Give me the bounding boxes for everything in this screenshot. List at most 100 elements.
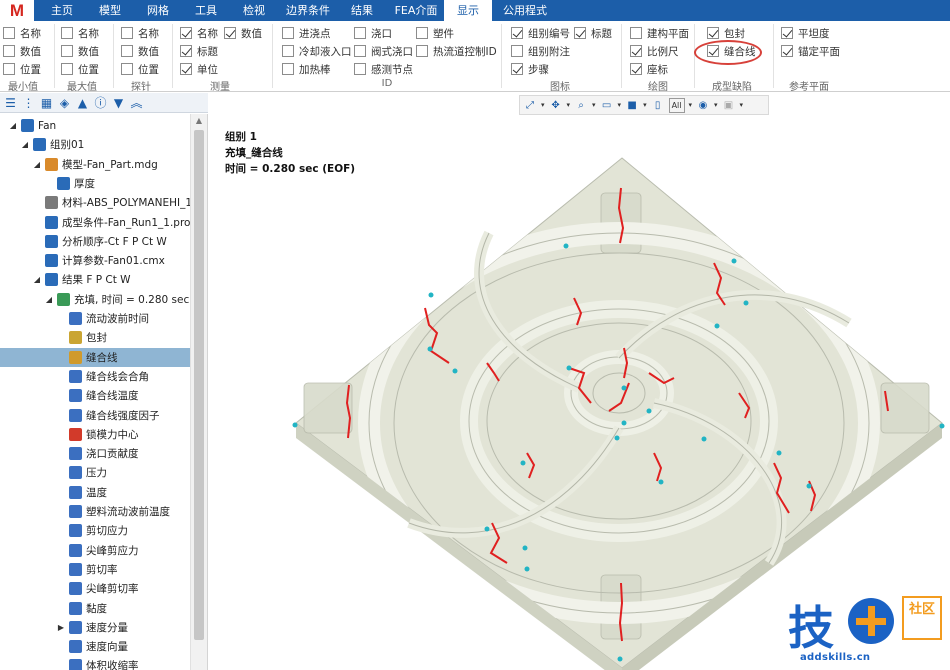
measure-value-checkbox[interactable]: 数值 xyxy=(224,25,262,41)
tree-item[interactable]: 尖峰剪应力 xyxy=(0,541,190,560)
tree-item[interactable]: 流动波前时间 xyxy=(0,309,190,328)
tree-item[interactable]: 黏度 xyxy=(0,599,190,618)
tree-item[interactable]: 浇口贡献度 xyxy=(0,444,190,463)
legend-title-checkbox[interactable]: 标题 xyxy=(574,25,612,41)
app-logo[interactable]: M xyxy=(0,0,34,21)
caret-icon[interactable]: ▾ xyxy=(689,101,693,109)
tree-item[interactable]: 缝合线强度因子 xyxy=(0,406,190,425)
tree-item[interactable]: 压力 xyxy=(0,463,190,482)
legend-group-note-checkbox[interactable]: 组别附注 xyxy=(511,43,570,59)
tree-item[interactable]: 速度向量 xyxy=(0,637,190,656)
min-value-checkbox[interactable]: 数值 xyxy=(3,43,41,59)
tree-item[interactable]: ◢ 充填, 时间 = 0.280 sec (E… xyxy=(0,290,190,309)
pan-icon[interactable]: ✥ xyxy=(549,98,563,113)
id-part-checkbox[interactable]: 塑件 xyxy=(416,25,454,41)
tree-item[interactable]: 材料-ABS_POLYMANEHI_1.… xyxy=(0,193,190,212)
collapse-icon[interactable]: ︽ xyxy=(128,94,145,111)
tree-item[interactable]: 温度 xyxy=(0,483,190,502)
tree-item[interactable]: 锁模力中心 xyxy=(0,425,190,444)
page-icon[interactable]: ▯ xyxy=(651,98,665,113)
id-heater-checkbox[interactable]: 加热棒 xyxy=(282,61,331,77)
eye-icon[interactable]: ◉ xyxy=(696,98,710,113)
caret-icon[interactable]: ▾ xyxy=(618,101,622,109)
tree-item[interactable]: 体积收缩率 xyxy=(0,656,190,670)
menu-tab-display[interactable]: 显示 xyxy=(444,0,492,21)
measure-unit-checkbox[interactable]: 单位 xyxy=(180,61,218,77)
tree-item[interactable]: 缝合线会合角 xyxy=(0,367,190,386)
probe-position-checkbox[interactable]: 位置 xyxy=(121,61,159,77)
tree-item[interactable]: 尖峰剪切率 xyxy=(0,579,190,598)
tree-item[interactable]: ◢ 模型-Fan_Part.mdg xyxy=(0,155,190,174)
model-viewport[interactable]: 组别 1 充填_缝合线 时间 = 0.280 sec (EOF) xyxy=(209,93,950,670)
tree-view-icon[interactable]: ⋮ xyxy=(20,94,37,111)
caret-icon[interactable]: ▾ xyxy=(541,101,545,109)
tree-item[interactable]: 厚度 xyxy=(0,174,190,193)
menu-tab-boundary[interactable]: 边界条件 xyxy=(280,0,336,21)
menu-tab-tools[interactable]: 工具 xyxy=(184,0,228,21)
menu-tab-mesh[interactable]: 网格 xyxy=(136,0,180,21)
ref-flatness-checkbox[interactable]: 平坦度 xyxy=(781,25,830,41)
caret-icon[interactable]: ▾ xyxy=(714,101,718,109)
scroll-up-icon[interactable]: ▲ xyxy=(191,114,207,128)
tree-scrollbar[interactable]: ▲ xyxy=(190,114,207,670)
expand-toggle-icon[interactable]: ◢ xyxy=(8,121,18,130)
max-value-checkbox[interactable]: 数值 xyxy=(61,43,99,59)
tree-item[interactable]: 缝合线温度 xyxy=(0,386,190,405)
cube-view-icon[interactable]: ■ xyxy=(625,98,639,113)
caret-icon[interactable]: ▾ xyxy=(740,101,744,109)
legend-group-number-checkbox[interactable]: 组别编号 xyxy=(511,25,570,41)
probe-value-checkbox[interactable]: 数值 xyxy=(121,43,159,59)
defect-air-trap-checkbox[interactable]: 包封 xyxy=(707,25,745,41)
caret-icon[interactable]: ▾ xyxy=(567,101,571,109)
flask-icon[interactable]: ▲ xyxy=(74,94,91,111)
menu-tab-results[interactable]: 结果 xyxy=(340,0,384,21)
menu-tab-fea[interactable]: FEA介面 xyxy=(388,0,444,21)
caret-icon[interactable]: ▾ xyxy=(643,101,647,109)
list-view-icon[interactable]: ☰ xyxy=(2,94,19,111)
expand-toggle-icon[interactable]: ◢ xyxy=(44,295,54,304)
tree-item[interactable]: 剪切应力 xyxy=(0,521,190,540)
shade-icon[interactable]: ▣ xyxy=(722,98,736,113)
tree-item[interactable]: ▶ 速度分量 xyxy=(0,618,190,637)
tree-item[interactable]: 分析顺序-Ct F P Ct W xyxy=(0,232,190,251)
caret-icon[interactable]: ▾ xyxy=(592,101,596,109)
id-coolant-inlet-checkbox[interactable]: 冷却液入口 xyxy=(282,43,352,59)
tree-item[interactable]: 塑料流动波前温度 xyxy=(0,502,190,521)
grid-view-icon[interactable]: ▦ xyxy=(38,94,55,111)
id-valve-gate-checkbox[interactable]: 阀式浇口 xyxy=(354,43,413,59)
menu-tab-utilities[interactable]: 公用程式 xyxy=(496,0,554,21)
measure-title-checkbox[interactable]: 标题 xyxy=(180,43,218,59)
draw-scale-checkbox[interactable]: 比例尺 xyxy=(630,43,679,59)
menu-tab-inspect[interactable]: 检视 xyxy=(232,0,276,21)
id-inlet-checkbox[interactable]: 进浇点 xyxy=(282,25,331,41)
max-position-checkbox[interactable]: 位置 xyxy=(61,61,99,77)
tree-item[interactable]: ◢ 组别01 xyxy=(0,135,190,154)
info-icon[interactable]: ⓘ xyxy=(92,94,109,111)
probe-name-checkbox[interactable]: 名称 xyxy=(121,25,159,41)
tree-item[interactable]: ◢ 结果 F P Ct W xyxy=(0,270,190,289)
window-icon[interactable]: ▭ xyxy=(600,98,614,113)
tree-item[interactable]: 包封 xyxy=(0,328,190,347)
expand-toggle-icon[interactable]: ◢ xyxy=(32,160,42,169)
menu-tab-home[interactable]: 主页 xyxy=(40,0,84,21)
draw-construct-plane-checkbox[interactable]: 建构平面 xyxy=(630,25,689,41)
tree-item[interactable]: 剪切率 xyxy=(0,560,190,579)
display-all-button[interactable]: All xyxy=(668,97,685,113)
filter-icon[interactable]: ▼ xyxy=(110,94,127,111)
legend-step-checkbox[interactable]: 步骤 xyxy=(511,61,549,77)
tree-item[interactable]: 缝合线 xyxy=(0,347,190,367)
id-sensor-node-checkbox[interactable]: 感测节点 xyxy=(354,61,413,77)
tree-item[interactable]: 成型条件-Fan_Run1_1.pro xyxy=(0,213,190,232)
expand-toggle-icon[interactable]: ▶ xyxy=(56,623,66,632)
measure-name-checkbox[interactable]: 名称 xyxy=(180,25,218,41)
expand-toggle-icon[interactable]: ◢ xyxy=(32,275,42,284)
expand-toggle-icon[interactable]: ◢ xyxy=(20,140,30,149)
max-name-checkbox[interactable]: 名称 xyxy=(61,25,99,41)
layer-icon[interactable]: ◈ xyxy=(56,94,73,111)
ref-anchor-plane-checkbox[interactable]: 锚定平面 xyxy=(781,43,840,59)
id-hot-runner-checkbox[interactable]: 热流道控制ID xyxy=(416,43,497,59)
menu-tab-model[interactable]: 模型 xyxy=(88,0,132,21)
zoom-icon[interactable]: ⌕ xyxy=(574,98,588,113)
scroll-thumb[interactable] xyxy=(194,130,204,640)
tree-item[interactable]: ◢ Fan xyxy=(0,116,190,135)
